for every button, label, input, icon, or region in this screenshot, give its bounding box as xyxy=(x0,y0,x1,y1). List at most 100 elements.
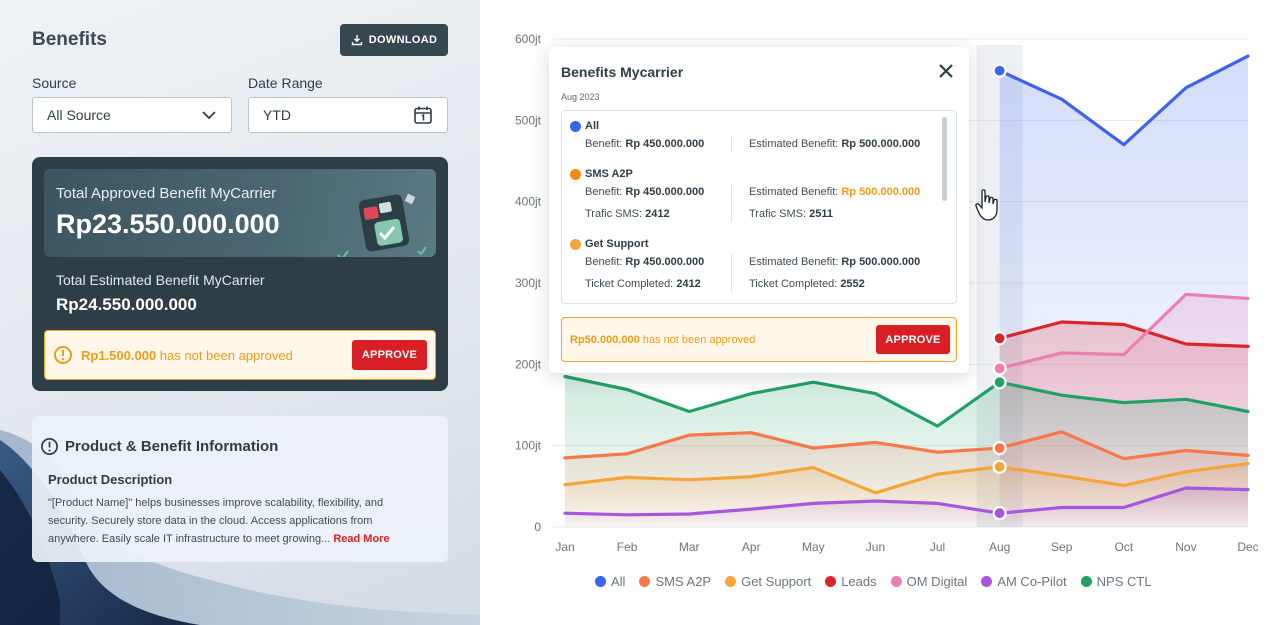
x-tick-label: Apr xyxy=(742,540,761,554)
legend-label: Leads xyxy=(841,574,877,589)
tickets-value: 2552 xyxy=(840,278,865,290)
group-get-support-dot xyxy=(570,238,581,250)
download-button[interactable]: DOWNLOAD xyxy=(340,24,448,56)
tickets-value: 2412 xyxy=(676,278,701,290)
pending-approval-text: Rp1.500.000 has not been approved xyxy=(81,348,352,363)
date-range-value: YTD xyxy=(263,107,291,123)
legend-dot xyxy=(1080,576,1092,587)
legend-label: OM Digital xyxy=(906,574,968,589)
legend-item-am-co-pilot[interactable]: AM Co-Pilot xyxy=(981,574,1067,589)
y-tick-label: 400jt xyxy=(515,195,542,209)
data-point-am-co-pilot xyxy=(992,506,1007,521)
read-more-link[interactable]: Read More xyxy=(333,533,389,545)
data-point-get-support xyxy=(992,459,1007,474)
approved-benefit-label: Total Approved Benefit MyCarrier xyxy=(56,185,277,202)
popup-pending-text: Rp50.000.000 has not been approved xyxy=(570,334,876,346)
group-sms-a2p-benefit: Benefit: Rp 450.000.000 xyxy=(585,186,704,198)
product-info-title: Product & Benefit Information xyxy=(65,438,279,455)
download-label: DOWNLOAD xyxy=(368,34,438,46)
benefit-value: Rp 450.000.000 xyxy=(625,138,705,150)
group-sms-a2p: SMS A2P xyxy=(570,168,633,180)
legend-item-leads[interactable]: Leads xyxy=(825,574,877,589)
divider xyxy=(731,136,732,152)
source-select[interactable]: All Source xyxy=(32,97,232,133)
estimated-value: Rp 500.000.000 xyxy=(841,186,921,198)
benefit-summary-card: Total Approved Benefit MyCarrier Rp23.55… xyxy=(32,157,448,391)
legend-item-om-digital[interactable]: OM Digital xyxy=(890,574,968,589)
scrollbar-thumb[interactable] xyxy=(942,117,947,201)
chart-legend: All SMS A2P Get Support Leads OM Digital AM C… xyxy=(595,574,1152,589)
benefit-label: Benefit: xyxy=(585,138,623,150)
x-tick-label: May xyxy=(802,540,825,554)
group-get-support-tickets: Ticket Completed: 2412 xyxy=(585,278,701,290)
source-value: All Source xyxy=(47,107,111,123)
x-tick-label: Jul xyxy=(930,540,945,554)
traffic-value: 2511 xyxy=(809,208,833,220)
x-tick-label: Jun xyxy=(866,540,885,554)
y-tick-label: 300jt xyxy=(515,276,542,290)
estimated-benefit-label: Total Estimated Benefit MyCarrier xyxy=(56,272,265,288)
x-tick-label: Dec xyxy=(1237,540,1258,554)
popup-pending-message: has not been approved xyxy=(642,333,756,346)
legend-item-all[interactable]: All xyxy=(595,574,625,589)
legend-item-nps-ctl[interactable]: NPS CTL xyxy=(1080,574,1152,589)
page-title: Benefits xyxy=(32,29,107,50)
group-all-dot xyxy=(570,120,581,132)
divider xyxy=(731,254,732,292)
benefit-label: Benefit: xyxy=(585,186,623,198)
estimated-value: Rp 500.000.000 xyxy=(841,256,921,268)
group-sms-a2p-traffic-est: Trafic SMS: 2511 xyxy=(749,208,833,220)
x-tick-label: Mar xyxy=(679,540,700,554)
group-get-support-benefit: Benefit: Rp 450.000.000 xyxy=(585,256,704,268)
pending-amount: Rp1.500.000 xyxy=(81,347,157,363)
estimated-value: Rp 500.000.000 xyxy=(841,138,921,150)
x-tick-label: Nov xyxy=(1175,540,1196,554)
benefits-tooltip-popup: Benefits Mycarrier Aug 2023 All Benefit:… xyxy=(549,47,969,373)
group-all: All xyxy=(570,120,599,132)
traffic-label: Trafic SMS: xyxy=(749,208,807,220)
download-icon xyxy=(351,35,362,46)
data-point-om-digital xyxy=(992,361,1007,376)
date-range-field[interactable]: YTD xyxy=(248,97,448,133)
legend-item-sms-a2p[interactable]: SMS A2P xyxy=(639,574,711,589)
benefit-value: Rp 450.000.000 xyxy=(625,256,705,268)
x-tick-label: Oct xyxy=(1114,540,1133,554)
legend-dot xyxy=(981,576,993,587)
data-point-all xyxy=(992,63,1007,78)
popup-title: Benefits Mycarrier xyxy=(561,64,684,80)
group-sms-a2p-name: SMS A2P xyxy=(585,168,633,180)
tickets-label: Ticket Completed: xyxy=(585,278,674,290)
popup-approve-button[interactable]: APPROVE xyxy=(876,325,950,354)
y-tick-label: 100jt xyxy=(515,439,542,453)
data-point-sms-a2p xyxy=(992,441,1007,456)
group-get-support-estimated: Estimated Benefit: Rp 500.000.000 xyxy=(749,256,920,268)
legend-label: All xyxy=(611,574,626,589)
data-point-nps-ctl xyxy=(992,375,1007,390)
popup-subtitle: Aug 2023 xyxy=(561,92,600,102)
group-sms-a2p-traffic: Trafic SMS: 2412 xyxy=(585,208,670,220)
tickets-label: Ticket Completed: xyxy=(749,278,838,290)
traffic-label: Trafic SMS: xyxy=(585,208,643,220)
divider xyxy=(731,184,732,222)
estimated-label: Estimated Benefit: xyxy=(749,186,839,198)
benefit-label: Benefit: xyxy=(585,256,623,268)
x-tick-label: Aug xyxy=(989,540,1010,554)
legend-label: AM Co-Pilot xyxy=(997,574,1067,589)
legend-label: SMS A2P xyxy=(655,574,712,589)
legend-dot xyxy=(639,576,651,587)
benefit-value: Rp 450.000.000 xyxy=(625,186,705,198)
calendar-icon xyxy=(414,106,432,124)
approve-button[interactable]: APPROVE xyxy=(352,340,427,370)
warning-icon xyxy=(54,346,72,364)
data-point-leads xyxy=(992,331,1007,346)
legend-item-get-support[interactable]: Get Support xyxy=(725,574,811,589)
estimated-label: Estimated Benefit: xyxy=(749,256,839,268)
popup-benefit-list[interactable]: All Benefit: Rp 450.000.000 Estimated Be… xyxy=(561,110,957,304)
product-description: "[Product Name]" helps businesses improv… xyxy=(48,494,408,548)
legend-dot xyxy=(725,576,737,587)
date-range-label: Date Range xyxy=(248,75,323,91)
estimated-benefit-value: Rp24.550.000.000 xyxy=(56,295,197,314)
approved-benefit-card: Total Approved Benefit MyCarrier Rp23.55… xyxy=(44,169,436,257)
close-icon[interactable] xyxy=(937,62,955,80)
popup-pending-alert: Rp50.000.000 has not been approved APPRO… xyxy=(561,317,957,362)
